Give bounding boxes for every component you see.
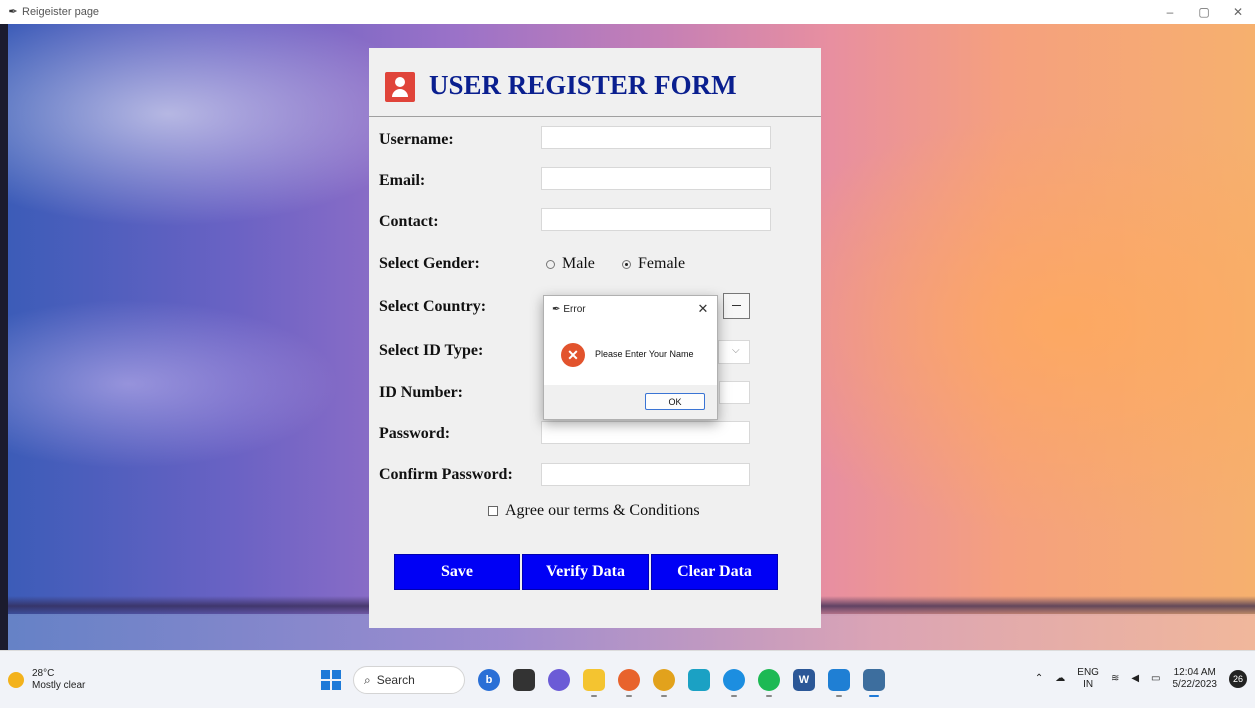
id-number-label: ID Number: (379, 384, 463, 401)
store-icon[interactable] (688, 669, 710, 691)
word-icon[interactable]: W (793, 669, 815, 691)
chrome-icon[interactable] (653, 669, 675, 697)
cloud-icon[interactable]: ☁ (1055, 673, 1065, 685)
vscode-icon[interactable] (828, 669, 850, 697)
spotify-icon[interactable] (758, 669, 780, 697)
terms-checkbox[interactable]: Agree our terms & Conditions (488, 502, 700, 520)
checkbox-icon (488, 506, 498, 516)
verify-data-button[interactable]: Verify Data (522, 554, 649, 590)
confirm-password-input[interactable] (541, 463, 750, 486)
clear-data-button[interactable]: Clear Data (651, 554, 778, 590)
chat-icon[interactable] (548, 669, 570, 691)
confirm-password-label: Confirm Password: (379, 466, 513, 483)
bing-icon[interactable]: b (478, 669, 500, 691)
country-label: Select Country: (379, 298, 487, 315)
system-tray: ⌃ ☁ ENG IN ≋ ◀ ▭ 12:04 AM 5/22/2023 26 (1035, 663, 1255, 695)
ok-button[interactable]: OK (645, 393, 705, 410)
dropdown-bar-icon (732, 305, 741, 306)
radio-off-icon (546, 259, 555, 269)
terms-label: Agree our terms & Conditions (505, 502, 700, 519)
window-titlebar: ✒ Reigeister page – ▢ ✕ (0, 0, 1255, 24)
chevron-down-icon: ⌵ (732, 345, 740, 356)
gender-female-radio[interactable]: Female (622, 255, 685, 273)
lang-bottom: IN (1083, 679, 1094, 690)
maximize-button[interactable]: ▢ (1187, 0, 1221, 24)
gender-female-label: Female (638, 255, 686, 272)
weather-desc: Mostly clear (32, 680, 86, 691)
dialog-title: Error (563, 304, 586, 315)
file-explorer-icon[interactable] (583, 669, 605, 697)
gender-label: Select Gender: (379, 255, 480, 272)
username-input[interactable] (541, 126, 771, 149)
taskbar-search[interactable]: ⌕ Search (353, 666, 465, 694)
email-input[interactable] (541, 167, 771, 190)
volume-icon[interactable]: ◀ (1131, 673, 1139, 685)
feather-icon: ✒ (552, 304, 561, 315)
chevron-up-icon[interactable]: ⌃ (1035, 673, 1043, 685)
form-heading: USER REGISTER FORM (429, 70, 737, 100)
firefox-icon[interactable] (618, 669, 640, 697)
radio-on-icon (622, 259, 631, 269)
moon-icon (8, 672, 24, 688)
notification-badge[interactable]: 26 (1229, 670, 1247, 688)
search-label: Search (376, 673, 415, 687)
password-input[interactable] (541, 421, 750, 444)
country-dropdown-button[interactable] (723, 293, 750, 319)
clock-date: 5/22/2023 (1172, 679, 1218, 690)
contact-input[interactable] (541, 208, 771, 231)
close-button[interactable]: ✕ (1221, 0, 1255, 24)
id-type-combobox[interactable]: ⌵ (718, 340, 750, 364)
form-header: USER REGISTER FORM (369, 48, 821, 117)
weather-temp: 28°C (32, 668, 55, 679)
clock-time: 12:04 AM (1173, 667, 1216, 678)
minimize-button[interactable]: – (1153, 0, 1187, 24)
gender-male-label: Male (562, 255, 595, 272)
dialog-titlebar: ✒ Error ✕ (544, 296, 717, 323)
dialog-footer: OK (544, 385, 717, 419)
dialog-close-button[interactable]: ✕ (695, 301, 711, 317)
save-button[interactable]: Save (394, 554, 520, 590)
wifi-icon[interactable]: ≋ (1111, 673, 1119, 685)
task-view-icon[interactable] (513, 669, 535, 691)
python-app-icon[interactable] (863, 669, 885, 697)
email-label: Email: (379, 172, 426, 189)
feather-icon: ✒ (8, 6, 18, 18)
error-icon: ✕ (561, 343, 585, 367)
clock[interactable]: 12:04 AM 5/22/2023 (1173, 667, 1218, 691)
window-title: Reigeister page (22, 6, 100, 18)
gender-male-radio[interactable]: Male (546, 255, 595, 273)
lang-top: ENG (1077, 667, 1099, 678)
dialog-message: Please Enter Your Name (595, 349, 694, 359)
error-dialog: ✒ Error ✕ ✕ Please Enter Your Name OK (543, 295, 718, 420)
window-controls: – ▢ ✕ (1153, 0, 1255, 24)
password-label: Password: (379, 425, 451, 442)
language-indicator[interactable]: ENG IN (1077, 667, 1099, 691)
user-icon (385, 72, 415, 102)
dialog-body: ✕ Please Enter Your Name (544, 323, 717, 385)
id-type-label: Select ID Type: (379, 342, 484, 359)
contact-label: Contact: (379, 213, 439, 230)
username-label: Username: (379, 131, 454, 148)
edge-icon[interactable] (723, 669, 745, 697)
taskbar: 28°C Mostly clear ⌕ Search b W ⌃ ☁ ENG I… (0, 650, 1255, 708)
id-number-input[interactable] (719, 381, 750, 404)
weather-widget[interactable]: 28°C Mostly clear (8, 668, 85, 692)
battery-icon[interactable]: ▭ (1151, 673, 1160, 685)
search-icon: ⌕ (364, 672, 371, 687)
windows-icon[interactable] (321, 670, 341, 690)
taskbar-apps: ⌕ Search b W (321, 665, 885, 697)
